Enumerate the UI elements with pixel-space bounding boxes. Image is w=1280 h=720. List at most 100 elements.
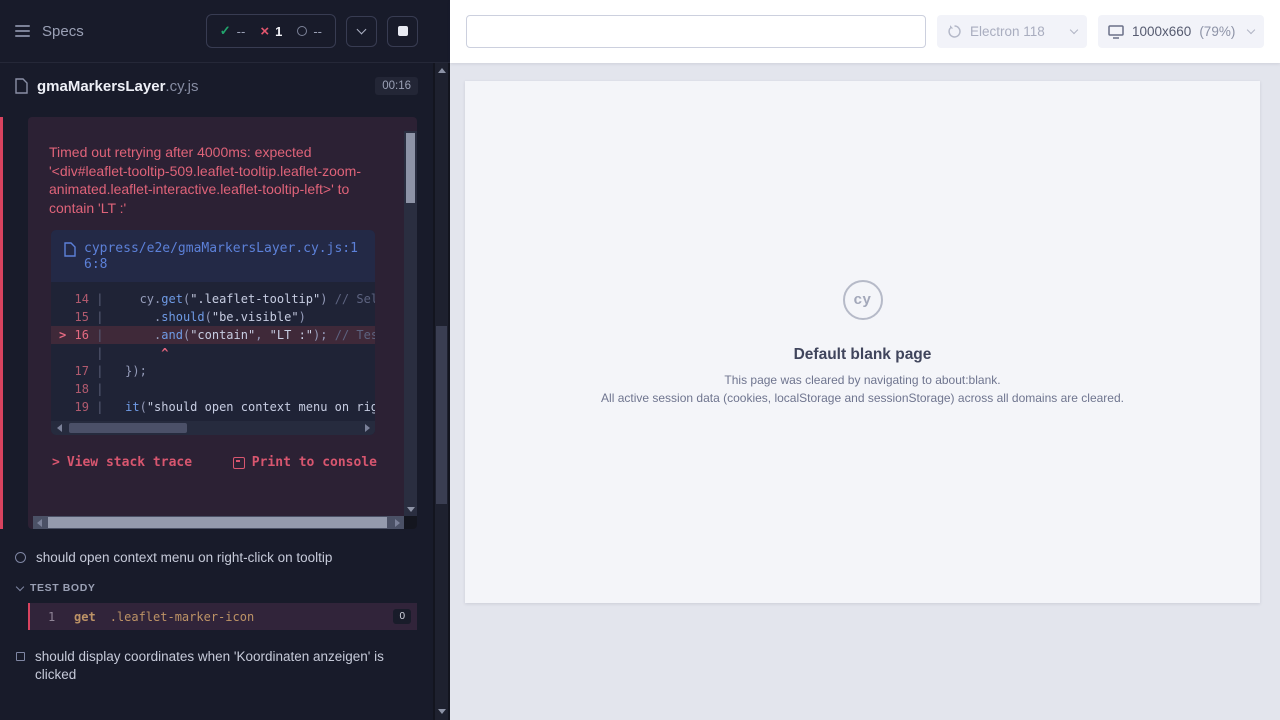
- scroll-left-button[interactable]: [51, 421, 67, 435]
- monitor-icon: [1108, 25, 1124, 39]
- test-body-label: TEST BODY: [30, 582, 96, 594]
- view-stack-trace-label: View stack trace: [67, 455, 192, 470]
- scroll-down-button[interactable]: [435, 704, 448, 718]
- blank-page-message-1: This page was cleared by navigating to a…: [724, 373, 1000, 387]
- stop-button[interactable]: [387, 16, 418, 47]
- scrollbar-thumb[interactable]: [69, 423, 187, 433]
- blank-page-message-2: All active session data (cookies, localS…: [601, 391, 1124, 405]
- command-method: get: [74, 610, 96, 624]
- scrollbar-thumb[interactable]: [48, 517, 387, 528]
- stat-pending: --: [297, 24, 322, 39]
- scroll-right-button[interactable]: [391, 516, 404, 529]
- code-line: 17 | });: [51, 362, 375, 380]
- scrollbar-thumb[interactable]: [406, 133, 415, 203]
- code-frame-file-link[interactable]: cypress/e2e/gmaMarkersLayer.cy.js:16:8: [51, 230, 375, 282]
- viewport-scale: (79%): [1199, 24, 1235, 39]
- test-title: should display coordinates when 'Koordin…: [35, 648, 390, 684]
- command-count-badge: 0: [393, 609, 411, 624]
- stat-passed: ✓ --: [220, 23, 246, 39]
- console-icon: [233, 457, 245, 469]
- test-stats: ✓ -- × 1 --: [206, 14, 336, 48]
- chevron-down-icon: [357, 25, 367, 35]
- print-to-console-button[interactable]: Print to console: [233, 455, 377, 470]
- file-icon: [64, 242, 76, 257]
- test-list: should open context menu on right-click …: [0, 543, 450, 690]
- view-stack-trace-link[interactable]: > View stack trace: [52, 455, 192, 470]
- command-log-entry[interactable]: 1 get .leaflet-marker-icon 0: [28, 603, 417, 630]
- chevron-down-icon: [1070, 26, 1078, 34]
- error-panel: Timed out retrying after 4000ms: expecte…: [28, 117, 417, 529]
- chevron-right-icon: >: [52, 455, 60, 470]
- arrow-left-icon: [37, 519, 42, 527]
- aut-blank-page: cy Default blank page This page was clea…: [465, 81, 1260, 603]
- aut-container: cy Default blank page This page was clea…: [450, 63, 1280, 720]
- test-body-header[interactable]: TEST BODY: [0, 573, 450, 599]
- specs-label: Specs: [42, 23, 84, 40]
- check-icon: ✓: [220, 23, 231, 39]
- browser-selector[interactable]: Electron 118: [937, 15, 1087, 48]
- code-line: 15 | .should("be.visible"): [51, 308, 375, 326]
- failed-attempt-edge: [0, 117, 3, 529]
- print-to-console-label: Print to console: [252, 455, 377, 470]
- arrow-right-icon: [365, 424, 370, 432]
- reporter-vertical-scrollbar[interactable]: [435, 63, 448, 720]
- command-target: .leaflet-marker-icon: [110, 610, 255, 624]
- test-row[interactable]: should open context menu on right-click …: [0, 543, 450, 573]
- app-header: Electron 118 1000x660 (79%): [450, 0, 1280, 63]
- chevron-down-icon: [16, 582, 24, 590]
- reporter-toolbar: Specs ✓ -- × 1 --: [0, 0, 450, 63]
- scroll-down-button[interactable]: [404, 503, 417, 516]
- code-line: | ^: [51, 344, 375, 362]
- code-frame-file: cypress/e2e/gmaMarkersLayer.cy.js:16:8: [84, 241, 362, 273]
- arrow-left-icon: [57, 424, 62, 432]
- scrollbar-thumb[interactable]: [436, 326, 447, 504]
- stop-icon: [398, 26, 408, 36]
- scrollbar-corner: [404, 516, 417, 529]
- arrow-right-icon: [395, 519, 400, 527]
- error-message: Timed out retrying after 4000ms: expecte…: [28, 117, 417, 217]
- test-state-icon: [16, 652, 25, 661]
- arrow-down-icon: [407, 507, 415, 512]
- browser-icon: [947, 24, 962, 39]
- browser-label: Electron 118: [970, 24, 1045, 39]
- code-line: 18 |: [51, 380, 375, 398]
- code-lines: 14 | cy.get(".leaflet-tooltip") // Sele …: [51, 282, 375, 421]
- scroll-right-button[interactable]: [359, 421, 375, 435]
- error-actions: > View stack trace Print to console: [52, 455, 377, 470]
- app-frame: Electron 118 1000x660 (79%) cy Default b…: [450, 0, 1280, 720]
- failed-count: 1: [275, 24, 282, 39]
- blank-page-title: Default blank page: [794, 346, 932, 364]
- pending-count: --: [313, 24, 322, 39]
- scroll-up-button[interactable]: [435, 63, 448, 77]
- cypress-reporter: Specs ✓ -- × 1 -- gmaMarkersLayer.cy.js …: [0, 0, 450, 720]
- code-frame: cypress/e2e/gmaMarkersLayer.cy.js:16:8 1…: [51, 230, 375, 435]
- cypress-logo: cy: [843, 280, 883, 320]
- test-row[interactable]: should display coordinates when 'Koordin…: [0, 642, 450, 690]
- test-title: should open context menu on right-click …: [36, 549, 332, 567]
- file-icon: [15, 78, 28, 94]
- specs-menu-icon[interactable]: [15, 25, 30, 37]
- pending-icon: [297, 26, 307, 36]
- chevron-down-icon: [1247, 26, 1255, 34]
- code-horizontal-scrollbar[interactable]: [51, 421, 375, 435]
- x-icon: ×: [260, 24, 269, 39]
- stat-failed: × 1: [260, 24, 282, 39]
- spec-duration: 00:16: [375, 77, 418, 95]
- test-state-icon: [15, 552, 26, 563]
- passed-count: --: [237, 24, 246, 39]
- command-number: 1: [48, 610, 74, 624]
- error-horizontal-scrollbar[interactable]: [33, 516, 404, 529]
- arrow-up-icon: [438, 68, 446, 73]
- code-line: >16 | .and("contain", "LT :"); // Test: [51, 326, 375, 344]
- spec-extension: .cy.js: [165, 78, 198, 95]
- code-line: 19 | it("should open context menu on rig…: [51, 398, 375, 416]
- viewport-size: 1000x660: [1132, 24, 1191, 39]
- spec-header: gmaMarkersLayer.cy.js 00:16: [0, 63, 450, 109]
- collapse-button[interactable]: [346, 16, 377, 47]
- viewport-selector[interactable]: 1000x660 (79%): [1098, 15, 1264, 48]
- arrow-down-icon: [438, 709, 446, 714]
- url-input[interactable]: [466, 15, 926, 48]
- spec-name: gmaMarkersLayer.cy.js: [37, 78, 198, 95]
- error-vertical-scrollbar[interactable]: [404, 131, 417, 516]
- scroll-left-button[interactable]: [33, 516, 46, 529]
